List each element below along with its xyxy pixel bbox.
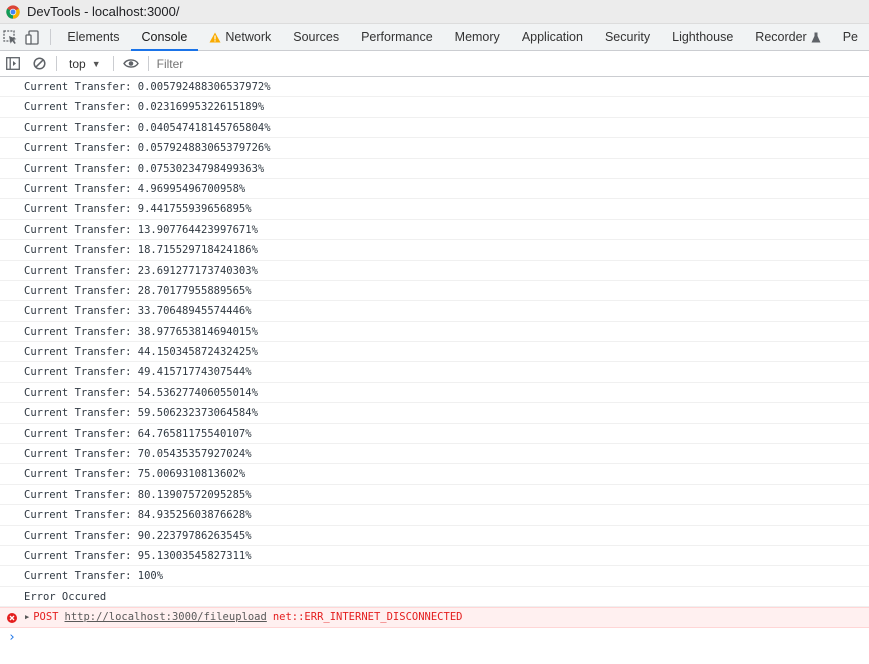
- clear-console-button[interactable]: [26, 51, 52, 76]
- toolbar-divider: [147, 56, 149, 71]
- console-message: Current Transfer: 90.22379786263545%: [0, 526, 869, 546]
- execution-context-select[interactable]: top ▼: [61, 57, 109, 71]
- error-url-link[interactable]: http://localhost:3000/fileupload: [65, 608, 267, 627]
- console-message: Current Transfer: 64.76581175540107%: [0, 424, 869, 445]
- console-message: Current Transfer: 4.96995496700958%: [0, 179, 869, 200]
- device-toolbar-button[interactable]: [22, 24, 44, 50]
- toolbar-divider: [112, 56, 114, 71]
- toolbar-divider: [56, 56, 57, 71]
- console-messages: Current Transfer: 0.005792488306537972% …: [0, 77, 869, 608]
- console-message: Current Transfer: 80.13907572095285%: [0, 485, 869, 506]
- tab-performance[interactable]: Performance: [350, 24, 444, 50]
- console-message: Current Transfer: 23.691277173740303%: [0, 261, 869, 281]
- console-error-message[interactable]: ▶ POST http://localhost:3000/fileupload …: [0, 607, 869, 628]
- console-message: Current Transfer: 38.977653814694015%: [0, 322, 869, 343]
- console-message: Current Transfer: 75.0069310813602%: [0, 464, 869, 485]
- console-message: Current Transfer: 0.057924883065379726%: [0, 138, 869, 159]
- console-message: Current Transfer: 0.02316995322615189%: [0, 97, 869, 118]
- tab-performance-insights[interactable]: Pe: [832, 24, 869, 50]
- console-message: Current Transfer: 70.05435357927024%: [0, 444, 869, 465]
- filter-input[interactable]: [152, 54, 461, 73]
- tab-network[interactable]: Network: [198, 24, 282, 50]
- console-message: Current Transfer: 9.441755939656895%: [0, 199, 869, 220]
- console-message: Current Transfer: 0.07530234798499363%: [0, 159, 869, 179]
- chevron-down-icon: ▼: [91, 58, 101, 69]
- console-message: Current Transfer: 28.70177955889565%: [0, 281, 869, 302]
- window-titlebar: DevTools - localhost:3000/: [0, 0, 869, 24]
- tab-memory[interactable]: Memory: [444, 24, 511, 50]
- console-message: Current Transfer: 59.506232373064584%: [0, 403, 869, 424]
- console-message: Current Transfer: 0.005792488306537972%: [0, 77, 869, 98]
- console-message: Current Transfer: 49.41571774307544%: [0, 362, 869, 383]
- eye-icon: [122, 59, 139, 68]
- error-method: POST: [33, 611, 59, 623]
- error-icon: [7, 612, 17, 623]
- tab-application[interactable]: Application: [511, 24, 594, 50]
- live-expression-button[interactable]: [118, 51, 144, 76]
- device-mode-icon: [25, 29, 39, 45]
- toggle-sidebar-button[interactable]: [0, 51, 26, 76]
- tab-elements[interactable]: Elements: [56, 24, 130, 50]
- devtools-tabbar: Elements Console Network Sources Perform…: [0, 24, 869, 51]
- console-prompt[interactable]: ›: [8, 630, 16, 646]
- console-message: Current Transfer: 54.536277406055014%: [0, 383, 869, 404]
- console-message: Error Occured: [0, 587, 869, 608]
- tab-recorder[interactable]: Recorder: [744, 24, 831, 50]
- error-text: net::ERR_INTERNET_DISCONNECTED: [272, 611, 463, 623]
- inspect-cursor-icon: [3, 29, 17, 44]
- console-message: Current Transfer: 44.150345872432425%: [0, 342, 869, 363]
- flask-icon: [811, 32, 821, 42]
- tab-console[interactable]: Console: [130, 24, 199, 51]
- tab-sources[interactable]: Sources: [282, 24, 350, 50]
- console-message: Current Transfer: 95.13003545827311%: [0, 546, 869, 567]
- window-title: DevTools - localhost:3000/: [27, 4, 180, 19]
- tab-lighthouse[interactable]: Lighthouse: [661, 24, 744, 50]
- console-message: Current Transfer: 100%: [0, 566, 869, 587]
- console-message: Current Transfer: 0.040547418145765804%: [0, 118, 869, 139]
- clear-console-icon: [32, 57, 46, 70]
- console-message: Current Transfer: 18.715529718424186%: [0, 240, 869, 261]
- console-message: Current Transfer: 84.93525603876628%: [0, 505, 869, 526]
- inspect-element-button[interactable]: [0, 24, 22, 50]
- console-message: Current Transfer: 33.70648945574446%: [0, 301, 869, 322]
- warning-icon: [209, 32, 221, 42]
- console-message: Current Transfer: 13.907764423997671%: [0, 220, 869, 241]
- tab-divider: [49, 29, 51, 45]
- chrome-logo-icon: [6, 4, 20, 19]
- tab-security[interactable]: Security: [594, 24, 661, 50]
- expand-triangle-icon[interactable]: ▶: [25, 608, 29, 627]
- console-toolbar: top ▼: [0, 51, 869, 77]
- sidebar-toggle-icon: [6, 57, 20, 70]
